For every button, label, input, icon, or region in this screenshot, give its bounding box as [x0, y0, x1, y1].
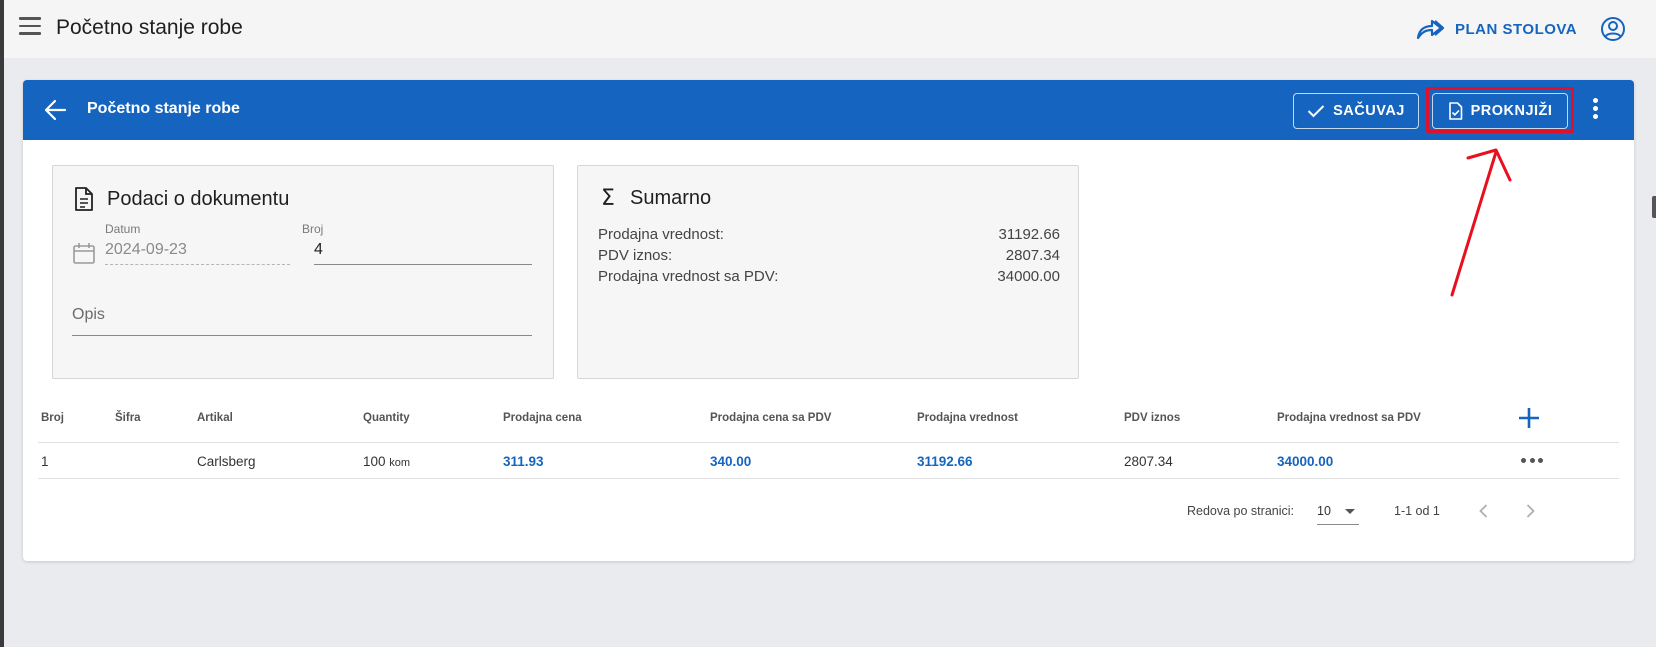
page-title: Početno stanje robe [56, 16, 243, 39]
chevron-down-icon [1345, 509, 1355, 514]
annotation-highlight-box [1426, 87, 1574, 133]
summary-row-label: Prodajna vrednost sa PDV: [598, 268, 779, 285]
cell-prodajna-cena[interactable]: 311.93 [503, 454, 544, 469]
document-icon [75, 187, 93, 211]
check-icon [1307, 105, 1325, 118]
column-header-prodajna-cena[interactable]: Prodajna cena [503, 412, 582, 424]
more-horiz-icon[interactable] [1521, 458, 1543, 464]
card-header: Početno stanje robe SAČUVAJ PROKNJIŽI [23, 80, 1634, 140]
summary-panel-title-text: Sumarno [630, 187, 712, 209]
items-table: Broj Šifra Artikal Quantity Prodajna cen… [38, 395, 1619, 525]
column-header-artikal[interactable]: Artikal [197, 412, 233, 424]
cell-prodajna-vrednost[interactable]: 31192.66 [917, 454, 973, 469]
chevron-left-icon[interactable] [1474, 501, 1494, 521]
cell-pdv-iznos: 2807.34 [1124, 454, 1173, 469]
number-field[interactable]: 4 [314, 241, 532, 265]
annotation-arrow [1450, 148, 1512, 297]
cell-prodajna-vrednost-pdv[interactable]: 34000.00 [1277, 454, 1333, 469]
description-field[interactable]: Opis [72, 306, 532, 336]
column-header-prodajna-vrednost[interactable]: Prodajna vrednost [917, 412, 1018, 424]
quantity-unit: kom [389, 457, 411, 469]
column-header-broj[interactable]: Broj [41, 412, 64, 424]
account-circle-icon[interactable] [1600, 16, 1626, 42]
window-edge [0, 0, 4, 647]
summary-panel-title: Σ Sumarno [598, 186, 711, 211]
table-row[interactable]: 1 Carlsberg 100 kom 311.93 340.00 31192.… [38, 443, 1619, 479]
app-bar: Početno stanje robe PLAN STOLOVA [4, 0, 1656, 58]
column-header-prodajna-cena-pdv[interactable]: Prodajna cena sa PDV [710, 412, 831, 424]
plan-stolova-button[interactable]: PLAN STOLOVA [1415, 16, 1577, 42]
plan-stolova-label: PLAN STOLOVA [1455, 20, 1578, 38]
plus-icon[interactable] [1516, 405, 1542, 431]
column-header-sifra[interactable]: Šifra [115, 412, 141, 424]
back-arrow-icon[interactable] [43, 97, 69, 123]
save-label: SAČUVAJ [1333, 103, 1405, 119]
date-field[interactable]: 2024-09-23 [105, 241, 290, 265]
quantity-value: 100 [363, 454, 386, 469]
rows-per-page-select[interactable]: 10 [1317, 499, 1359, 525]
summary-row-value: 31192.66 [998, 226, 1060, 243]
summary-row: PDV iznos: 2807.34 [598, 247, 1060, 264]
column-header-quantity[interactable]: Quantity [363, 412, 410, 424]
summary-row: Prodajna vrednost sa PDV: 34000.00 [598, 268, 1060, 285]
calendar-icon[interactable] [72, 241, 96, 265]
document-info-panel: Podaci o dokumentu Datum 2024-09-23 Broj… [52, 165, 554, 379]
number-label: Broj [302, 222, 324, 236]
column-header-pdv-iznos[interactable]: PDV iznos [1124, 412, 1180, 424]
chevron-right-icon[interactable] [1520, 501, 1540, 521]
document-panel-title: Podaci o dokumentu [73, 186, 289, 212]
summary-row-value: 34000.00 [997, 268, 1060, 285]
rows-per-page-label: Redova po stranici: [1187, 504, 1295, 518]
cell-broj: 1 [41, 454, 49, 469]
summary-row-value: 2807.34 [1005, 247, 1060, 264]
cell-prodajna-cena-pdv[interactable]: 340.00 [710, 454, 751, 469]
date-label: Datum [105, 222, 141, 236]
scroll-handle[interactable] [1652, 196, 1656, 218]
cell-artikal: Carlsberg [197, 454, 256, 469]
summary-panel: Σ Sumarno Prodajna vrednost: 31192.66 PD… [577, 165, 1079, 379]
summary-row-label: PDV iznos: [598, 247, 673, 264]
document-card: Početno stanje robe SAČUVAJ PROKNJIŽI Po… [23, 80, 1634, 561]
table-header: Broj Šifra Artikal Quantity Prodajna cen… [38, 395, 1619, 443]
cell-quantity: 100 kom [363, 454, 410, 469]
pagination: Redova po stranici: 10 1-1 od 1 [38, 493, 1619, 529]
card-title: Početno stanje robe [87, 100, 240, 117]
menu-icon[interactable] [19, 17, 41, 37]
rows-per-page-value: 10 [1317, 504, 1331, 518]
more-vert-icon[interactable] [1591, 98, 1599, 122]
summary-row: Prodajna vrednost: 31192.66 [598, 226, 1060, 243]
column-header-prodajna-vrednost-pdv[interactable]: Prodajna vrednost sa PDV [1277, 412, 1421, 424]
document-panel-title-text: Podaci o dokumentu [107, 187, 290, 210]
page-range: 1-1 od 1 [1394, 504, 1440, 518]
share-arrow-icon [1416, 19, 1445, 40]
save-button[interactable]: SAČUVAJ [1293, 93, 1419, 129]
sigma-icon: Σ [601, 186, 615, 211]
summary-row-label: Prodajna vrednost: [598, 226, 724, 243]
